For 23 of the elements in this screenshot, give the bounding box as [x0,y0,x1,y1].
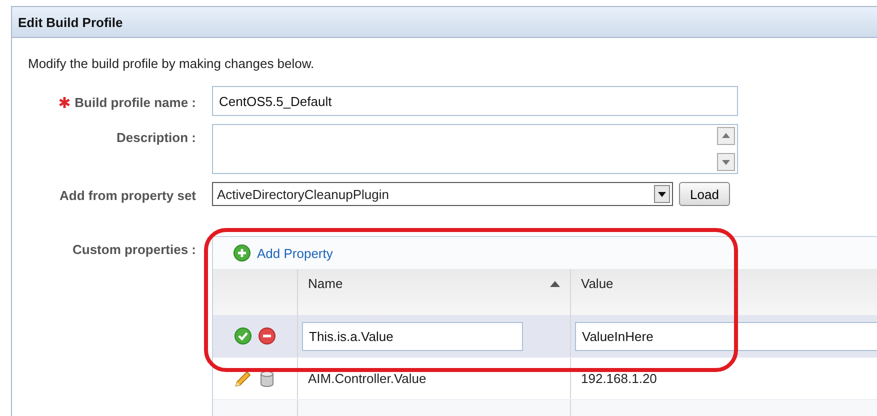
add-property-link[interactable]: Add Property [257,246,333,260]
scroll-down-icon[interactable] [717,153,735,171]
cancel-icon[interactable] [258,327,276,345]
field-label: Custom properties : [72,242,196,257]
intro-text: Modify the build profile by making changes below. [28,56,316,71]
scroll-up-icon[interactable] [717,127,735,145]
field-label: Build profile name : [74,94,196,110]
property-name-field[interactable]: This.is.a.Value [302,322,523,350]
database-icon[interactable] [258,370,276,388]
build-profile-name-field[interactable]: CentOS5.5_Default [212,86,738,116]
table-cell: AIM.Controller.Value [298,358,571,399]
property-value-field[interactable]: ValueInHere [575,322,877,350]
property-set-dropdown[interactable]: ActiveDirectoryCleanupPlugin [212,182,673,206]
table-cell-text: 192.168.1.20 [580,370,658,388]
pencil-icon[interactable] [234,370,252,388]
confirm-icon[interactable] [234,327,252,345]
panel-title: Edit Build Profile [18,14,123,30]
add-icon[interactable] [233,244,251,262]
field-label: Add from property set [59,188,196,202]
load-button[interactable]: Load [679,182,730,206]
field-label: Description : [116,130,196,145]
description-field[interactable] [212,124,738,174]
column-header[interactable]: Value [571,269,877,315]
